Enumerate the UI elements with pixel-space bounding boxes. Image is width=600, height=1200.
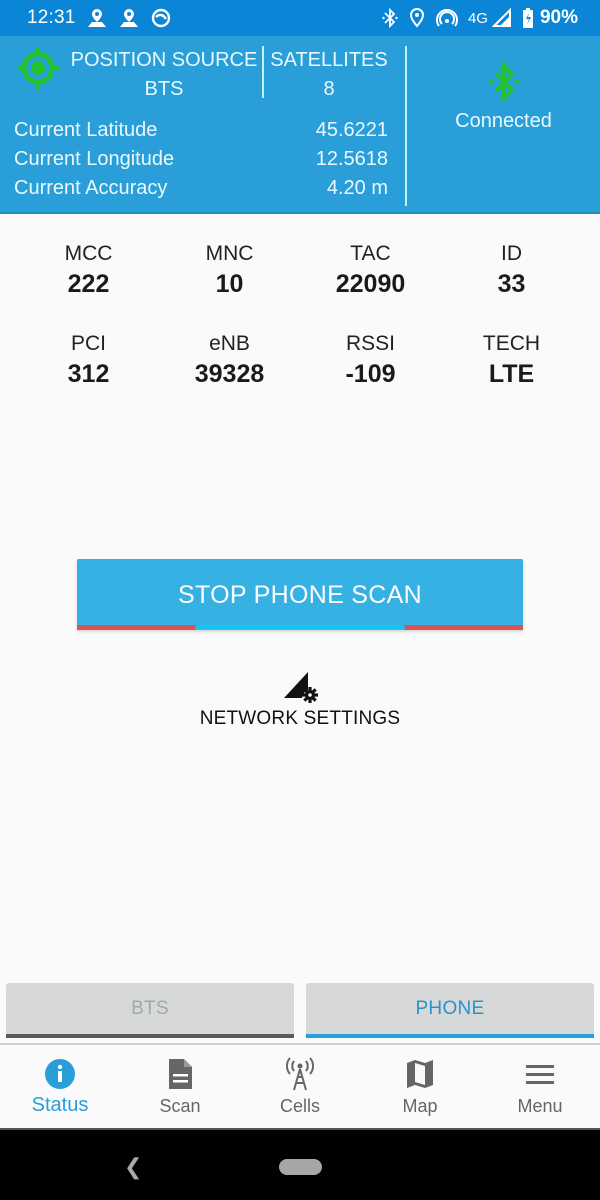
location-icon [409,7,424,28]
scan-progress-indicator [195,625,405,630]
network-type: 4G [467,9,488,27]
cell-info-grid: MCC 222 MNC 10 TAC 22090 ID 33 PCI 312 eNB 393… [18,240,582,390]
latitude-label: Current Latitude [14,119,158,141]
nav-item-label: Cells [279,1096,320,1116]
nav-item-label: Status [31,1094,89,1116]
cell-info-mcc: MCC 222 [18,240,159,300]
menu-icon [526,1065,554,1084]
cell-signal-icon [491,8,511,27]
accuracy-value: 4.20 m [326,177,388,199]
position-source: POSITION SOURCE BTS [66,46,262,104]
nav-item-label: Map [402,1096,438,1116]
cell-info-id: ID 33 [441,240,582,300]
coordinates: Current Latitude 45.6221 Current Longitu… [14,116,388,203]
cell-info-key: MNC [205,242,254,265]
source-toggle-phone[interactable]: PHONE [306,983,594,1038]
cell-info-key: eNB [209,332,250,355]
cell-info-key: ID [501,242,522,265]
position-source-value: BTS [144,78,184,100]
latitude-row: Current Latitude 45.6221 [14,116,388,145]
cell-info-tac: TAC 22090 [300,240,441,300]
cell-info-key: RSSI [345,332,395,355]
nav-item-map[interactable]: Map [360,1045,480,1128]
satellites-value: 8 [323,78,335,100]
cell-info-key: PCI [70,332,106,355]
signal-settings-icon [284,672,318,703]
source-toggle-bts[interactable]: BTS [6,983,294,1038]
cell-info-value: 10 [215,270,244,298]
longitude-label: Current Longitude [14,148,175,170]
bluetooth-icon [488,62,519,102]
system-navigation-bar: ❮ [0,1128,600,1200]
accuracy-label: Current Accuracy [14,177,168,199]
cell-info-mnc: MNC 10 [159,240,300,300]
cell-tower-icon [286,1057,314,1091]
scan-progress-bar [77,625,523,630]
no-entry-circle-icon [151,8,170,28]
cell-info-value: -109 [345,360,396,388]
accuracy-row: Current Accuracy 4.20 m [14,174,388,203]
stop-phone-scan-button[interactable]: STOP PHONE SCAN [77,559,523,630]
nav-item-cells[interactable]: Cells [240,1045,360,1128]
cell-info-value: 312 [67,360,110,388]
cell-info-tech: TECH LTE [441,330,582,390]
nav-item-menu[interactable]: Menu [480,1045,600,1128]
home-pill[interactable] [279,1159,322,1175]
bluetooth-status[interactable]: Connected [407,62,600,133]
position-header: POSITION SOURCE BTS SATELLITES 8 Current… [0,36,600,214]
position-source-label: POSITION SOURCE [70,49,258,71]
cell-info-pci: PCI 312 [18,330,159,390]
info-icon [45,1059,75,1089]
cell-info-value: 222 [67,270,110,298]
gps-target-icon [17,47,59,89]
network-settings-button[interactable]: NETWORK SETTINGS [180,668,420,730]
nav-item-status[interactable]: Status [0,1045,120,1128]
cell-info-enb: eNB 39328 [159,330,300,390]
status-bar: 12:31 4G 90% [0,0,600,36]
bluetooth-status-label: Connected [455,110,552,132]
battery-level: 90% [539,7,578,28]
map-pin-icon [119,9,138,27]
nav-item-label: Scan [159,1096,201,1116]
bluetooth-icon [382,8,398,28]
cell-info-value: 33 [497,270,526,298]
satellites-label: SATELLITES [270,49,388,71]
satellites: SATELLITES 8 [266,46,392,104]
cell-info-key: TAC [350,242,391,265]
map-pin-icon [87,9,106,27]
longitude-value: 12.5618 [315,148,388,170]
clock: 12:31 [27,7,76,28]
longitude-row: Current Longitude 12.5618 [14,145,388,174]
hotspot-icon [436,9,458,27]
cell-info-value: LTE [488,360,535,388]
cell-info-value: 39328 [194,360,265,388]
nav-item-scan[interactable]: Scan [120,1045,240,1128]
cell-info-value: 22090 [335,270,406,298]
latitude-value: 45.6221 [315,119,388,141]
map-icon [407,1060,433,1088]
divider [262,46,264,98]
bottom-navigation: Status Scan Cells Map Menu [0,1045,600,1128]
cell-info-rssi: RSSI -109 [300,330,441,390]
cell-info-key: MCC [64,242,113,265]
nav-item-label: Menu [517,1096,563,1116]
back-icon[interactable]: ❮ [124,1154,142,1180]
cell-info-key: TECH [482,332,541,355]
document-icon [169,1059,192,1089]
network-settings-label: NETWORK SETTINGS [199,708,401,729]
battery-charging-icon [522,8,533,28]
